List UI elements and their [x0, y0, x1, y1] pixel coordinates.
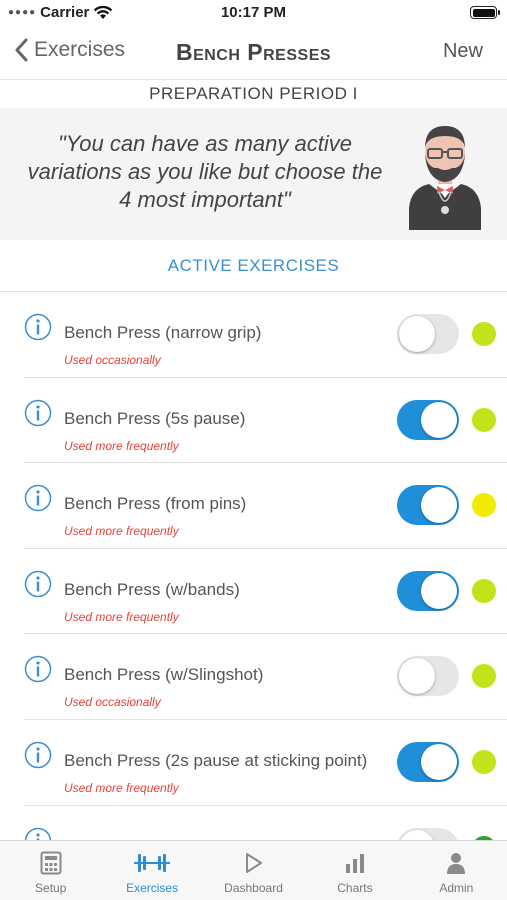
- exercise-frequency: Used more frequently: [64, 524, 179, 539]
- chevron-left-icon: [15, 38, 28, 62]
- exercise-frequency: Used occasionally: [64, 353, 161, 367]
- tab-label: Dashboard: [224, 881, 283, 895]
- exercise-toggle[interactable]: [397, 570, 459, 611]
- coach-avatar-icon: [409, 126, 481, 230]
- exercise-name: Bench Press (w/Slingshot): [64, 665, 264, 685]
- tab-exercises[interactable]: Exercises: [101, 841, 202, 900]
- back-button[interactable]: Exercises: [14, 38, 125, 62]
- exercise-row: Bench Press (2s pause at sticking point)…: [0, 720, 507, 806]
- tab-bar: Setup Exercises Dashboard Charts Admin: [0, 840, 507, 900]
- tab-admin[interactable]: Admin: [406, 841, 507, 900]
- info-icon[interactable]: [24, 655, 52, 683]
- status-dot: [472, 749, 496, 774]
- tab-label: Setup: [35, 881, 67, 895]
- tab-label: Charts: [337, 881, 373, 895]
- exercise-toggle[interactable]: [397, 314, 459, 354]
- exercise-frequency: Used more frequently: [64, 609, 179, 624]
- tab-charts[interactable]: Charts: [304, 841, 405, 900]
- status-dot: [472, 578, 496, 603]
- info-icon[interactable]: [24, 570, 52, 598]
- new-button[interactable]: New: [443, 40, 483, 63]
- status-bar: ●●●● Carrier 10:17 PM: [0, 0, 507, 26]
- calculator-icon: [40, 851, 62, 875]
- active-exercises-header: ACTIVE EXERCISES: [0, 240, 507, 292]
- exercise-toggle[interactable]: [397, 485, 459, 526]
- exercise-frequency: Used more frequently: [64, 438, 179, 453]
- navigation-bar: Exercises Bench Presses New: [0, 26, 507, 80]
- exercise-row: Bench Press (w/Slingshot) Used occasiona…: [0, 634, 507, 720]
- tab-label: Admin: [439, 881, 474, 895]
- battery-icon: [470, 6, 500, 19]
- exercise-name: Bench Press (from pins): [64, 494, 247, 514]
- exercise-row: Bench Press (w/bands) Used more frequent…: [0, 549, 507, 635]
- period-label: PREPARATION PERIOD I: [149, 84, 358, 103]
- barbell-icon: [134, 854, 171, 872]
- info-icon[interactable]: [24, 827, 52, 840]
- exercise-name: Bench Press (w/bands): [64, 579, 240, 599]
- exercise-name: Bench Press (5s pause): [64, 408, 246, 428]
- info-icon[interactable]: [24, 399, 52, 427]
- play-icon: [245, 853, 262, 873]
- exercise-name: Bench Press (narrow grip): [64, 323, 262, 342]
- exercise-list[interactable]: Bench Press (narrow grip) Used occasiona…: [0, 292, 507, 840]
- exercise-frequency: Used occasionally: [64, 695, 161, 710]
- exercise-frequency: Used more frequently: [64, 780, 179, 795]
- exercise-row: Bench Press (5s pause) Used more frequen…: [0, 378, 507, 464]
- person-icon: [447, 853, 466, 874]
- exercise-toggle[interactable]: [397, 399, 459, 440]
- clock: 10:17 PM: [220, 4, 287, 21]
- exercise-row: Bench Press (from pins) Used more freque…: [0, 463, 507, 549]
- tab-dashboard[interactable]: Dashboard: [203, 841, 304, 900]
- tab-setup[interactable]: Setup: [0, 841, 101, 900]
- status-dot: [472, 664, 496, 689]
- exercise-toggle[interactable]: [397, 741, 459, 782]
- info-icon[interactable]: [24, 313, 52, 341]
- exercise-name: Bench Press (2s pause at sticking point): [64, 750, 368, 770]
- quote-box: "You can have as many active variations …: [0, 108, 507, 240]
- exercise-row: Bench Press (narrow grip) Used occasiona…: [0, 292, 507, 378]
- coach-quote: "You can have as many active variations …: [27, 131, 383, 212]
- exercise-toggle[interactable]: [397, 656, 459, 697]
- status-dot: [472, 493, 496, 518]
- back-label: Exercises: [34, 38, 126, 61]
- status-dot: [472, 322, 496, 346]
- bar-chart-icon: [345, 854, 364, 873]
- exercise-row: [0, 806, 507, 840]
- tab-label: Exercises: [126, 881, 179, 895]
- exercise-toggle[interactable]: [397, 827, 459, 840]
- info-icon[interactable]: [24, 484, 52, 512]
- status-dot: [472, 407, 496, 432]
- info-icon[interactable]: [24, 741, 52, 769]
